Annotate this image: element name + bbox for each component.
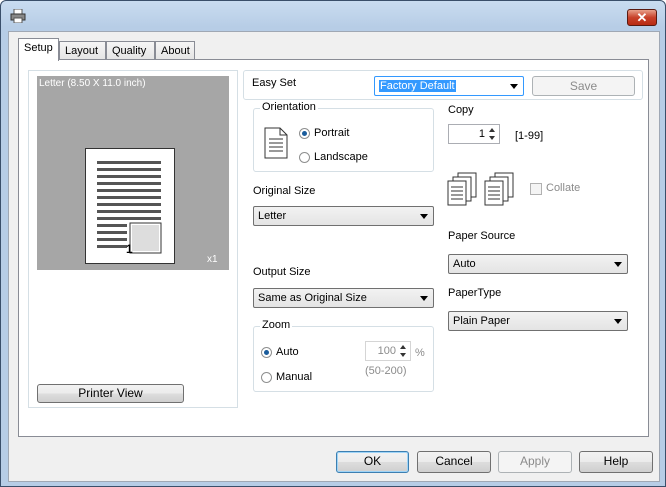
tab-quality[interactable]: Quality bbox=[106, 41, 155, 60]
zoom-range: (50-200) bbox=[365, 365, 407, 377]
chevron-down-icon bbox=[614, 319, 622, 324]
zoom-group: Zoom Auto Manual 100 % (50-200) bbox=[253, 319, 434, 392]
spin-down-icon[interactable] bbox=[398, 351, 409, 359]
page-preview: Letter (8.50 X 11.0 inch) 1 x1 bbox=[37, 76, 229, 270]
dialog-client-area: Setup Layout Quality About Letter (8.50 … bbox=[8, 31, 660, 482]
copy-label: Copy bbox=[448, 104, 474, 116]
paper-type-value: Plain Paper bbox=[453, 315, 510, 327]
paper-source-dropdown[interactable]: Auto bbox=[448, 254, 628, 274]
tab-layout-label: Layout bbox=[65, 45, 99, 57]
spin-up-icon[interactable] bbox=[487, 126, 498, 134]
landscape-label[interactable]: Landscape bbox=[314, 151, 368, 163]
portrait-radio[interactable] bbox=[299, 128, 310, 139]
landscape-radio[interactable] bbox=[299, 152, 310, 163]
apply-label: Apply bbox=[519, 454, 551, 468]
chevron-down-icon bbox=[510, 84, 518, 89]
zoom-unit: % bbox=[415, 347, 425, 359]
ok-button[interactable]: OK bbox=[336, 451, 409, 473]
zoom-value-spinner[interactable]: 100 bbox=[365, 341, 411, 361]
chevron-down-icon bbox=[614, 262, 622, 267]
paper-type-label: PaperType bbox=[448, 287, 502, 299]
tab-setup[interactable]: Setup bbox=[18, 38, 59, 61]
preview-frame: Letter (8.50 X 11.0 inch) 1 x1 Printer V… bbox=[28, 70, 238, 408]
close-icon: ✕ bbox=[636, 10, 648, 25]
original-size-label: Original Size bbox=[253, 185, 316, 197]
collate-checkbox[interactable] bbox=[530, 183, 542, 195]
copies-badge: x1 bbox=[207, 254, 218, 265]
paper-type-dropdown[interactable]: Plain Paper bbox=[448, 311, 628, 331]
paper-thumbnail: 1 bbox=[85, 148, 175, 264]
spin-up-icon[interactable] bbox=[398, 343, 409, 351]
copy-range: [1-99] bbox=[515, 130, 544, 142]
tab-about[interactable]: About bbox=[155, 41, 195, 60]
zoom-auto-radio[interactable] bbox=[261, 347, 272, 358]
original-size-value: Letter bbox=[258, 210, 287, 222]
easy-set-label: Easy Set bbox=[252, 77, 297, 89]
collate-stack-icon bbox=[447, 172, 514, 206]
original-size-dropdown[interactable]: Letter bbox=[253, 206, 434, 226]
output-size-value: Same as Original Size bbox=[258, 292, 367, 304]
chevron-down-icon bbox=[420, 214, 428, 219]
zoom-manual-radio[interactable] bbox=[261, 372, 272, 383]
collate-label[interactable]: Collate bbox=[546, 182, 580, 194]
easy-set-dropdown[interactable]: Factory Default bbox=[374, 76, 524, 96]
printer-view-label: Printer View bbox=[78, 386, 143, 400]
orientation-group: Orientation Portrait Landscape bbox=[253, 101, 434, 172]
printer-icon bbox=[10, 9, 26, 23]
portrait-page-icon bbox=[264, 127, 288, 159]
help-label: Help bbox=[603, 454, 629, 468]
spin-down-icon[interactable] bbox=[487, 134, 498, 142]
zoom-manual-label[interactable]: Manual bbox=[276, 371, 312, 383]
tab-about-label: About bbox=[161, 45, 190, 57]
zoom-legend: Zoom bbox=[260, 319, 293, 331]
ok-label: OK bbox=[363, 454, 382, 468]
paper-size-label: Letter (8.50 X 11.0 inch) bbox=[39, 78, 146, 89]
cancel-button[interactable]: Cancel bbox=[417, 451, 491, 473]
zoom-value: 100 bbox=[377, 345, 396, 357]
copy-spinner[interactable]: 1 bbox=[448, 124, 500, 144]
tab-quality-label: Quality bbox=[112, 45, 147, 57]
title-bar[interactable]: ✕ bbox=[1, 1, 665, 31]
easy-set-value: Factory Default bbox=[379, 80, 456, 92]
output-size-label: Output Size bbox=[253, 266, 311, 278]
tab-setup-label: Setup bbox=[24, 42, 53, 54]
paper-source-label: Paper Source bbox=[448, 230, 516, 242]
help-button[interactable]: Help bbox=[579, 451, 653, 473]
page-number: 1 bbox=[126, 242, 133, 256]
setup-tab-panel: Letter (8.50 X 11.0 inch) 1 x1 Printer V… bbox=[18, 59, 649, 437]
cancel-label: Cancel bbox=[435, 454, 473, 468]
paper-source-value: Auto bbox=[453, 258, 476, 270]
save-label: Save bbox=[569, 79, 598, 93]
printer-view-button[interactable]: Printer View bbox=[37, 384, 184, 403]
easy-set-bar: Easy Set Factory Default Save bbox=[243, 70, 643, 100]
close-button[interactable]: ✕ bbox=[627, 9, 657, 26]
output-size-dropdown[interactable]: Same as Original Size bbox=[253, 288, 434, 308]
portrait-label[interactable]: Portrait bbox=[314, 127, 349, 139]
tab-layout[interactable]: Layout bbox=[59, 41, 106, 60]
zoom-auto-label[interactable]: Auto bbox=[276, 346, 299, 358]
apply-button[interactable]: Apply bbox=[498, 451, 572, 473]
chevron-down-icon bbox=[420, 296, 428, 301]
copy-value: 1 bbox=[478, 128, 485, 140]
printer-properties-window: ✕ Setup Layout Quality About Letter (8.5… bbox=[0, 0, 666, 487]
save-button[interactable]: Save bbox=[532, 76, 635, 96]
orientation-legend: Orientation bbox=[260, 101, 318, 113]
